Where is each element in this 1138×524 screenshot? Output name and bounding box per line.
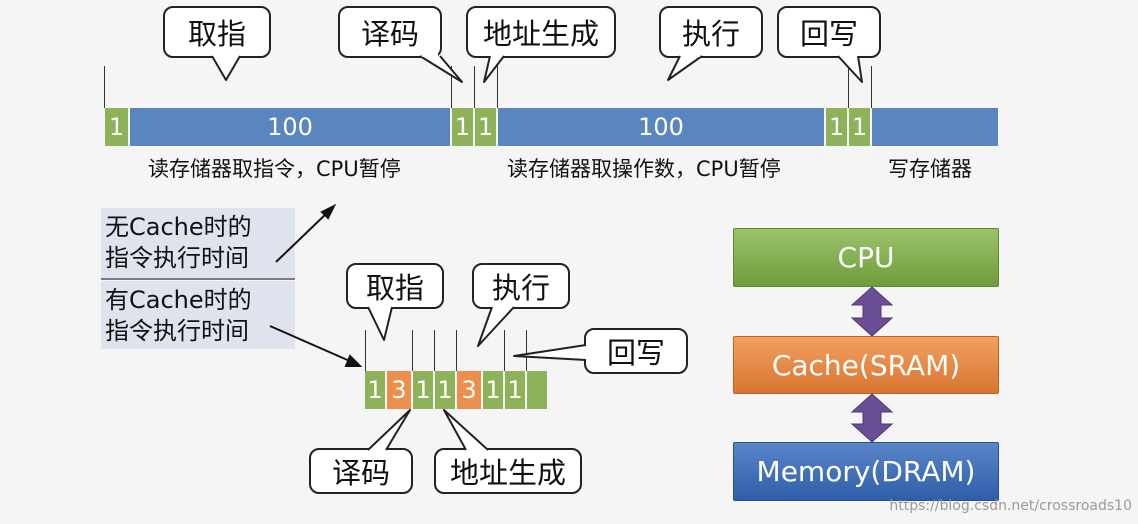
- callout-decode: 译码: [338, 6, 442, 58]
- callout-tail: [367, 306, 393, 341]
- callout-execute: 执行: [659, 6, 763, 58]
- callout-tail: [477, 306, 515, 347]
- callout-tail: [443, 409, 489, 451]
- top-seg-writeback-1: 1: [849, 108, 870, 146]
- top-seg-execute-1: 1: [826, 108, 847, 146]
- tick: [104, 66, 105, 108]
- callout-address: 地址生成: [466, 6, 616, 58]
- top-seg-fetch-100: 100: [130, 108, 450, 146]
- bottom-seg-fetch-1: 1: [365, 371, 385, 409]
- bottom-callout-writeback: 回写: [584, 328, 688, 374]
- double-arrow-cpu-cache: [850, 286, 894, 337]
- cpu-box: CPU: [733, 228, 999, 287]
- legend-no-cache-line2: 指令执行时间: [105, 244, 249, 272]
- bottom-callout-address: 地址生成: [434, 448, 582, 494]
- tick: [365, 330, 366, 371]
- label-write-memory: 写存储器: [888, 157, 972, 181]
- top-seg-fetch-1: 1: [105, 108, 128, 146]
- arrow-head: [344, 354, 363, 367]
- watermark: https://blog.csdn.net/crossroads10: [889, 498, 1132, 514]
- tick: [434, 330, 435, 371]
- top-seg-writeback-mem: [872, 108, 998, 146]
- tick: [526, 330, 527, 371]
- callout-tail: [513, 344, 587, 361]
- tick: [451, 66, 452, 108]
- tick: [412, 330, 413, 371]
- legend-divider: [101, 278, 295, 280]
- bottom-seg-address: 1: [435, 371, 455, 409]
- legend-no-cache: 无Cache时的 指令执行时间: [101, 208, 295, 278]
- legend-with-cache-line2: 指令执行时间: [105, 317, 249, 345]
- legend-with-cache-line1: 有Cache时的: [105, 286, 252, 314]
- cache-box: Cache(SRAM): [733, 336, 999, 394]
- bottom-callout-fetch: 取指: [346, 263, 444, 309]
- tick: [497, 66, 498, 108]
- tick: [456, 330, 457, 371]
- callout-writeback: 回写: [777, 6, 881, 58]
- callout-tail: [667, 55, 703, 81]
- bottom-seg-writeback-1: 1: [505, 371, 525, 409]
- top-seg-decode: 1: [452, 108, 473, 146]
- bottom-seg-fetch-3: 3: [387, 371, 411, 409]
- bottom-callout-decode: 译码: [309, 448, 413, 494]
- tick: [474, 66, 475, 108]
- callout-tail: [419, 55, 463, 83]
- callout-fetch: 取指: [163, 6, 271, 58]
- callout-tail: [837, 55, 863, 83]
- tick: [504, 330, 505, 371]
- label-read-operand: 读存储器取操作数，CPU暂停: [507, 157, 781, 181]
- top-seg-address: 1: [475, 108, 496, 146]
- legend-with-cache: 有Cache时的 指令执行时间: [101, 281, 295, 349]
- top-seg-execute-100: 100: [498, 108, 824, 146]
- bottom-seg-execute-3: 3: [457, 371, 481, 409]
- callout-tail: [367, 409, 411, 451]
- bottom-seg-execute-1: 1: [483, 371, 503, 409]
- bottom-seg-decode: 1: [413, 371, 433, 409]
- arrow-head: [320, 203, 337, 220]
- tick: [871, 66, 872, 108]
- callout-tail: [211, 55, 241, 81]
- callout-tail: [483, 55, 505, 83]
- legend-no-cache-line1: 无Cache时的: [105, 213, 252, 241]
- bottom-callout-execute: 执行: [472, 263, 570, 309]
- memory-box: Memory(DRAM): [733, 442, 999, 501]
- label-read-instruction: 读存储器取指令，CPU暂停: [148, 157, 401, 181]
- bottom-seg-writeback-cache: [527, 371, 547, 409]
- tick: [848, 66, 849, 108]
- double-arrow-cache-memory: [850, 393, 894, 443]
